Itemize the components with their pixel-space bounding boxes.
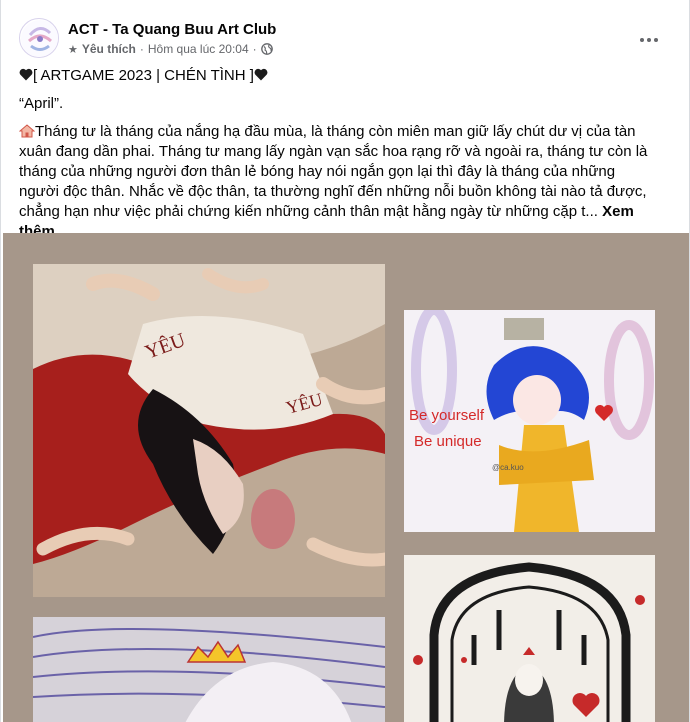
post-body: Tháng tư là tháng của nắng hạ đầu mùa, l… — [19, 123, 648, 220]
globe-icon[interactable] — [260, 43, 273, 55]
more-options-icon — [640, 38, 644, 42]
black-heart-icon — [254, 68, 268, 81]
meta-separator: · — [252, 42, 257, 56]
photo-artwork-4[interactable] — [404, 555, 655, 722]
artwork-text-be-yourself: Be yourself — [409, 407, 485, 424]
photo-grid: YÊU YÊU Be yourself Be unique @ca.kuo — [3, 233, 689, 722]
photo-artwork-1[interactable]: YÊU YÊU — [33, 264, 385, 597]
favorite-label[interactable]: Yêu thích — [82, 42, 136, 56]
more-options-button[interactable] — [631, 22, 667, 58]
post-timestamp[interactable]: Hôm qua lúc 20:04 — [148, 42, 249, 56]
artwork-text-be-unique: Be unique — [414, 433, 482, 450]
post-text: [ ARTGAME 2023 | CHÉN TÌNH ] “April”. Th… — [19, 66, 659, 250]
star-icon: ★ — [68, 43, 78, 56]
post-title: [ ARTGAME 2023 | CHÉN TÌNH ] — [33, 67, 254, 84]
photo-artwork-2[interactable]: Be yourself Be unique @ca.kuo — [404, 310, 655, 532]
post-quote: “April”. — [19, 95, 64, 112]
black-heart-icon — [19, 68, 33, 81]
page-avatar[interactable] — [19, 18, 59, 58]
post-meta: ★ Yêu thích · Hôm qua lúc 20:04 · — [68, 42, 273, 56]
photo-artwork-3[interactable] — [33, 617, 385, 722]
post-body-paragraph: Tháng tư là tháng của nắng hạ đầu mùa, l… — [19, 122, 659, 242]
post-header: ACT - Ta Quang Buu Art Club ★ Yêu thích … — [1, 0, 689, 64]
house-emoji-icon — [19, 124, 35, 138]
page-name[interactable]: ACT - Ta Quang Buu Art Club — [68, 21, 276, 38]
meta-separator: · — [139, 42, 144, 56]
post-card: ACT - Ta Quang Buu Art Club ★ Yêu thích … — [0, 0, 690, 722]
artwork-signature: @ca.kuo — [492, 463, 524, 472]
post-title-line: [ ARTGAME 2023 | CHÉN TÌNH ] — [19, 66, 659, 86]
